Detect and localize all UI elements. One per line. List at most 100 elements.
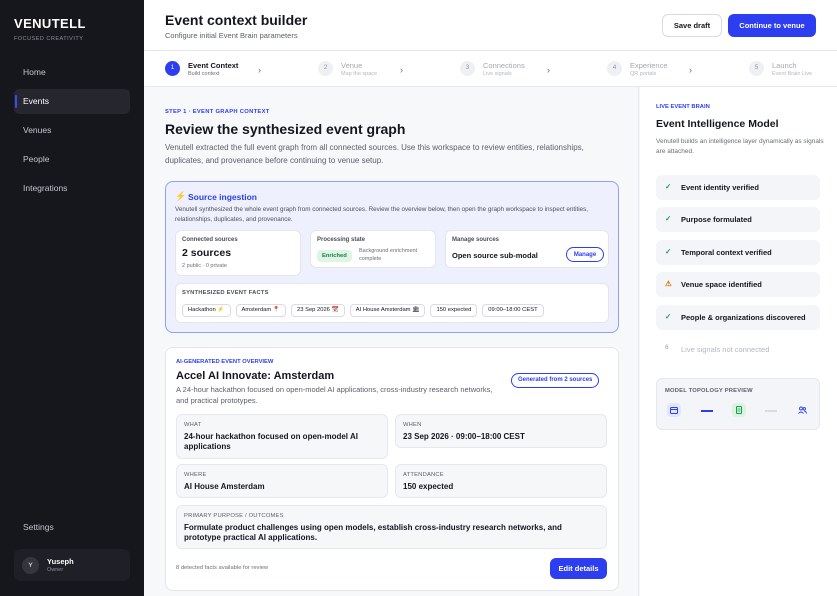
step-number-icon: 6 [665,344,669,351]
sidebar-item-people[interactable]: People [14,147,130,172]
stepper: 1 Event Context Build context › 2 Venue … [144,51,837,87]
step-number: 2 [318,61,333,76]
user-card[interactable]: Y Yuseph Owner [14,549,130,581]
warning-icon: ⚠ [665,279,672,288]
topology-link [701,410,713,412]
check-label: Live signals not connected [681,345,770,354]
continue-to-venue-button[interactable]: Continue to venue [728,14,816,37]
sidebar-item-integrations[interactable]: Integrations [14,176,130,201]
section-eyebrow: STEP 1 · EVENT GRAPH CONTEXT [165,109,270,115]
fact-chip: 09:00–18:00 CEST [482,304,544,317]
event-overview-card: AI-GENERATED EVENT OVERVIEW Accel AI Inn… [165,347,619,591]
brand-tagline: FOCUSED CREATIVITY [14,36,84,42]
generated-from-badge[interactable]: Generated from 2 sources [511,373,600,388]
brand-logo[interactable]: VENUTELL [14,16,86,31]
connected-sources-card: Connected sources 2 sources 2 public · 0… [175,230,301,276]
section-title: Review the synthesized event graph [165,121,406,137]
fact-attendance: ATTENDANCE 150 expected [395,464,607,498]
event-title: Accel AI Innovate: Amsterdam [176,370,335,382]
fact-value: AI House Amsterdam [184,482,265,491]
fact-label: ATTENDANCE [403,472,444,478]
user-name: Yuseph [47,557,74,566]
step-label: Experience [630,61,668,70]
document-icon [732,403,746,417]
topology-link [765,410,777,412]
card-label: Manage sources [452,237,500,243]
status-badge: Enriched [317,250,352,262]
fact-label: PRIMARY PURPOSE / OUTCOMES [184,513,284,519]
step-label: Connections [483,61,525,70]
step-sublabel: Build context [188,71,220,77]
chevron-right-icon: › [689,65,692,75]
fact-where: WHERE AI House Amsterdam [176,464,388,498]
panel-description: Venutell builds an intelligence layer dy… [656,138,824,155]
chevron-right-icon: › [258,65,261,75]
event-description: A 24-hour hackathon focused on open-mode… [176,385,493,405]
step-sublabel: Event Brain Live [772,71,813,77]
step-label: Venue [341,61,363,70]
panel-title: Event Intelligence Model [656,118,779,130]
section-intro: Venutell extracted the full event graph … [165,143,584,165]
card-label: Connected sources [182,237,238,243]
page-header: Event context builder Configure initial … [144,0,837,51]
step-sublabel: Live signals [483,71,512,77]
manage-sources-card: Manage sources Open source sub-modal Man… [445,230,609,268]
fact-chip: AI House Amsterdam 🏛 [349,304,426,317]
sidebar: VENUTELL FOCUSED CREATIVITY Home Events … [0,0,144,596]
sidebar-nav: Home Events Venues People Integrations [14,60,130,205]
sidebar-item-home[interactable]: Home [14,60,130,85]
fact-label: WHERE [184,472,207,478]
fact-when: WHEN 23 Sep 2026 · 09:00–18:00 CEST [395,414,607,448]
check-venue-space: ⚠ Venue space identified [656,272,820,297]
manage-button[interactable]: Manage [566,247,604,262]
chevron-right-icon: › [547,65,550,75]
calendar-icon [667,403,681,417]
check-label: Temporal context verified [681,248,772,257]
page-title: Event context builder [165,12,308,28]
fact-value: 24-hour hackathon focused on open-model … [184,432,358,451]
fact-value: 23 Sep 2026 · 09:00–18:00 CEST [403,432,525,441]
sidebar-item-venues[interactable]: Venues [14,118,130,143]
step-label: Event Context [188,61,239,70]
topology-preview: MODEL TOPOLOGY PREVIEW [656,378,820,430]
overview-eyebrow: AI-GENERATED EVENT OVERVIEW [176,359,274,365]
check-temporal-context: ✓ Temporal context verified [656,240,820,265]
fact-label: WHEN [403,422,422,428]
check-icon: ✓ [665,247,672,256]
check-people-orgs: ✓ People & organizations discovered [656,305,820,330]
check-icon: ✓ [665,312,672,321]
processing-state-desc: Background enrichment complete [359,248,418,262]
chevron-right-icon: › [400,65,403,75]
fact-label: WHAT [184,422,202,428]
avatar: Y [22,557,39,574]
fact-chip: Hackathon ⚡ [182,304,231,317]
fact-chip: Amsterdam 📍 [235,304,287,317]
check-label: Purpose formulated [681,215,752,224]
user-role: Owner [47,567,64,573]
sidebar-item-settings[interactable]: Settings [23,522,54,532]
check-label: Event identity verified [681,183,759,192]
panel-eyebrow: LIVE EVENT BRAIN [656,104,710,110]
topology-label: MODEL TOPOLOGY PREVIEW [665,388,753,394]
check-label: People & organizations discovered [681,313,806,322]
processing-state-card: Processing state Enriched Background enr… [310,230,436,268]
page-subtitle: Configure initial Event Brain parameters [165,31,298,40]
edit-details-button[interactable]: Edit details [550,558,607,579]
fact-value: 150 expected [403,482,454,491]
lightning-icon: ⚡ [175,191,187,201]
fact-chips: Hackathon ⚡ Amsterdam 📍 23 Sep 2026 📆 AI… [182,304,544,317]
check-live-signals: 6 Live signals not connected [656,337,820,362]
detected-facts-note: 8 detected facts available for review [176,565,269,571]
event-brain-panel: LIVE EVENT BRAIN Event Intelligence Mode… [640,87,837,596]
save-draft-button[interactable]: Save draft [662,14,722,37]
manage-sources-link[interactable]: Open source sub-modal [452,251,538,260]
synthesized-facts-card: SYNTHESIZED EVENT FACTS Hackathon ⚡ Amst… [175,283,609,323]
step-number: 1 [165,61,180,76]
check-purpose: ✓ Purpose formulated [656,207,820,232]
people-icon [795,403,809,417]
check-event-identity: ✓ Event identity verified [656,175,820,200]
source-ingestion-desc: Venutell synthesized the whole event gra… [175,206,589,223]
main-content: STEP 1 · EVENT GRAPH CONTEXT Review the … [144,87,639,596]
fact-what: WHAT 24-hour hackathon focused on open-m… [176,414,388,459]
sidebar-item-events[interactable]: Events [14,89,130,114]
